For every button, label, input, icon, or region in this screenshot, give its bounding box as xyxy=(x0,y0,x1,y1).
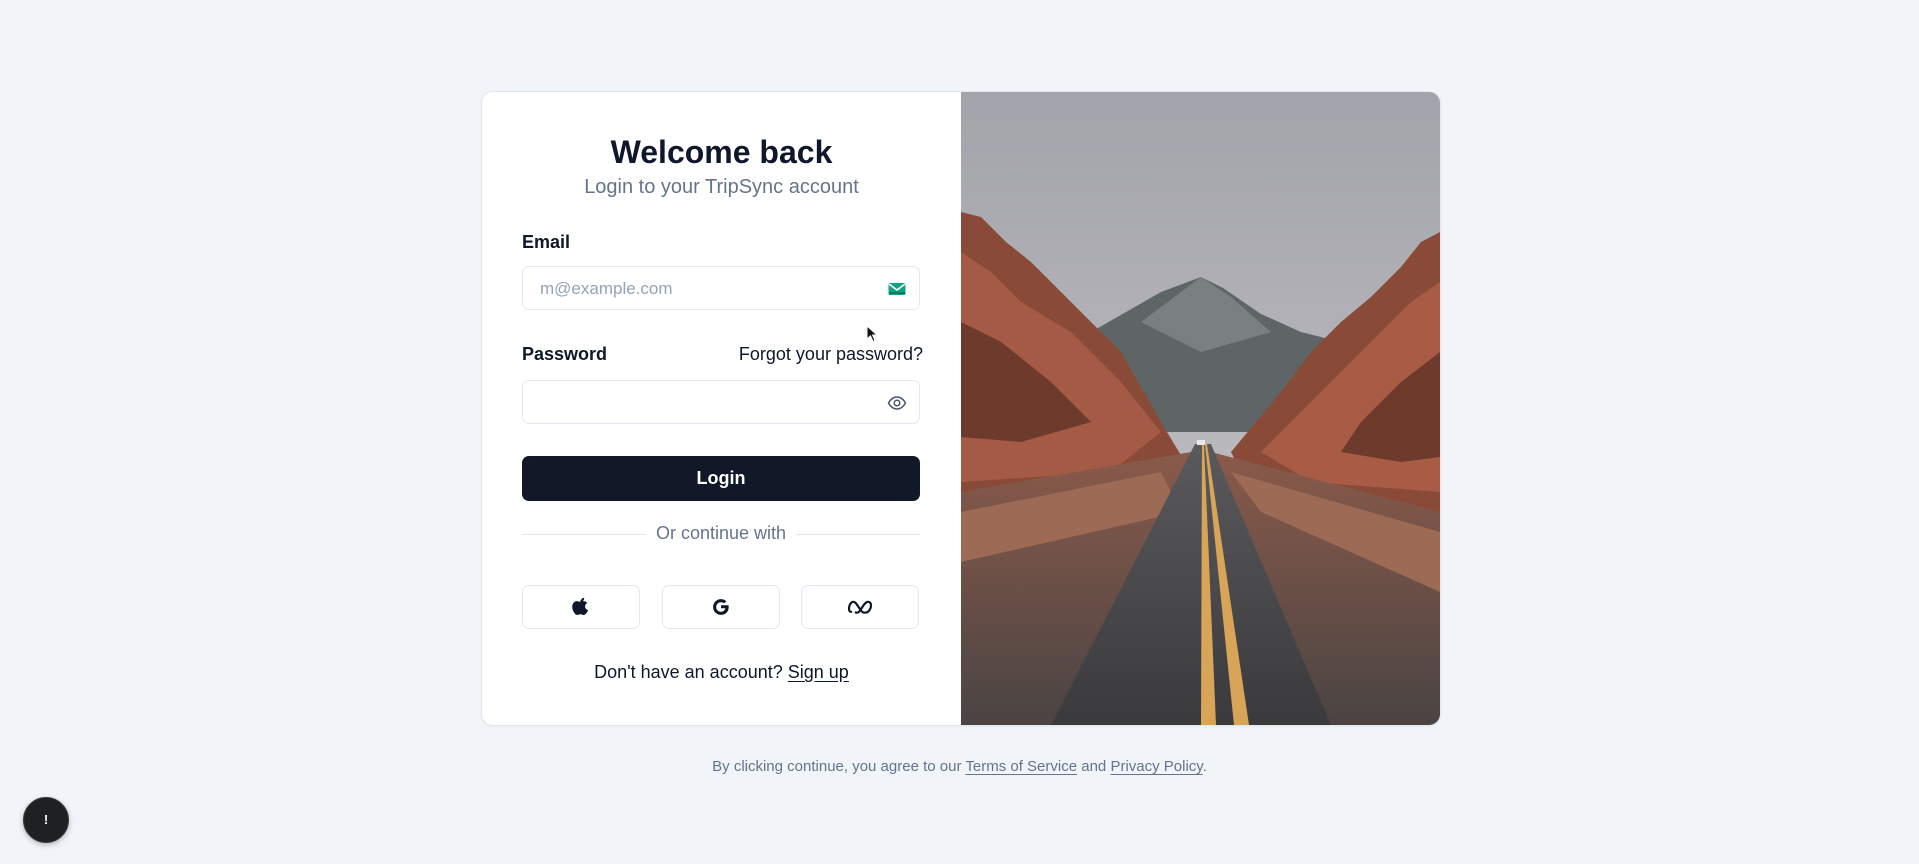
page-title: Welcome back xyxy=(610,134,833,170)
email-input[interactable] xyxy=(538,267,882,311)
password-input[interactable] xyxy=(538,381,882,425)
signup-link[interactable]: Sign up xyxy=(788,662,849,682)
terms-notice: By clicking continue, you agree to our T… xyxy=(0,758,1919,775)
apple-login-button[interactable] xyxy=(522,585,640,629)
mail-icon[interactable] xyxy=(887,279,907,299)
meta-login-button[interactable] xyxy=(801,585,919,629)
google-icon xyxy=(713,599,729,615)
password-label: Password xyxy=(522,344,608,364)
apple-icon xyxy=(572,597,589,615)
signup-row: Don't have an account? Sign up xyxy=(482,662,961,683)
email-label: Email xyxy=(522,232,571,252)
forgot-password-link[interactable]: Forgot your password? xyxy=(739,344,923,365)
desert-road-photo xyxy=(961,92,1440,725)
eye-icon[interactable] xyxy=(887,393,907,413)
meta-icon xyxy=(848,600,872,614)
email-field-wrapper xyxy=(522,266,920,311)
floating-action-button[interactable]: ! xyxy=(23,797,69,843)
terms-suffix: . xyxy=(1202,758,1207,775)
terms-of-service-link[interactable]: Terms of Service xyxy=(965,758,1077,775)
divider-line-right xyxy=(796,534,920,535)
login-form: Welcome back Login to your TripSync acco… xyxy=(482,92,961,725)
privacy-policy-link[interactable]: Privacy Policy xyxy=(1110,758,1202,775)
terms-prefix: By clicking continue, you agree to our xyxy=(712,758,962,775)
login-button[interactable]: Login xyxy=(522,456,920,501)
social-divider: Or continue with xyxy=(522,523,920,545)
login-card: Welcome back Login to your TripSync acco… xyxy=(481,91,1441,726)
hero-image xyxy=(961,92,1440,725)
google-login-button[interactable] xyxy=(662,585,780,629)
signup-prompt: Don't have an account? xyxy=(594,662,783,682)
password-field-wrapper xyxy=(522,380,920,425)
mouse-cursor-icon xyxy=(866,325,878,343)
terms-and: and xyxy=(1081,758,1107,775)
page-subtitle: Login to your TripSync account xyxy=(584,176,859,198)
